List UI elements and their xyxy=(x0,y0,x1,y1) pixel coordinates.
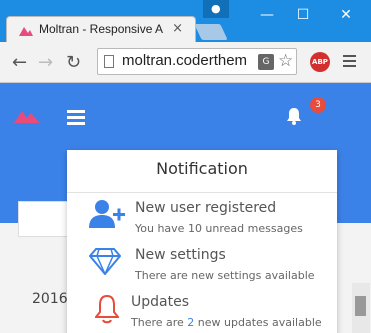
subtitle-suffix: new updates available xyxy=(194,316,322,329)
menu-toggle-icon[interactable] xyxy=(67,110,85,128)
diamond-icon xyxy=(89,248,121,275)
moltran-logo-icon[interactable] xyxy=(14,109,40,123)
user-profile-button[interactable]: ● xyxy=(203,0,229,18)
notification-badge: 3 xyxy=(310,97,326,113)
tab-title: Moltran - Responsive A xyxy=(39,22,164,36)
minimize-button[interactable]: — xyxy=(247,0,287,30)
url-text: moltran.coderthem xyxy=(122,52,248,69)
maximize-button[interactable]: ☐ xyxy=(283,0,323,30)
page-icon xyxy=(104,55,114,68)
reload-icon[interactable]: ↻ xyxy=(66,52,81,73)
forward-arrow-icon[interactable]: → xyxy=(38,52,53,73)
close-window-button[interactable]: ✕ xyxy=(326,0,366,30)
content-card xyxy=(18,201,72,237)
bell-outline-icon xyxy=(95,294,119,324)
notification-dropdown: Notification New user registered You hav… xyxy=(67,150,337,333)
back-arrow-icon[interactable]: ← xyxy=(12,52,27,73)
moltran-favicon-icon xyxy=(19,27,33,36)
notification-subtitle: There are 2 new updates available xyxy=(131,316,322,329)
page-content: 3 2016 ( Notification New user registere… xyxy=(0,83,371,333)
subtitle-prefix: There are xyxy=(131,316,188,329)
notification-item[interactable]: New user registered You have 10 unread m… xyxy=(67,200,337,248)
user-add-icon xyxy=(89,200,125,228)
divider xyxy=(67,192,337,193)
bell-icon[interactable] xyxy=(286,107,302,125)
browser-window: Moltran - Responsive A × ● — ☐ ✕ ← → ↻ m… xyxy=(0,0,371,333)
notification-title: New user registered xyxy=(135,200,277,216)
address-bar[interactable]: moltran.coderthem G ☆ xyxy=(97,48,297,75)
notification-subtitle: You have 10 unread messages xyxy=(135,222,303,235)
title-bar: Moltran - Responsive A × ● — ☐ ✕ xyxy=(0,0,371,42)
adblock-icon[interactable]: ABP xyxy=(310,52,330,72)
new-tab-button[interactable] xyxy=(194,24,228,40)
notification-title: New settings xyxy=(135,247,226,263)
notification-title: Updates xyxy=(131,294,189,310)
browser-tab[interactable]: Moltran - Responsive A × xyxy=(6,16,196,42)
translate-icon[interactable]: G xyxy=(258,54,274,70)
notification-item[interactable]: Updates There are 2 new updates availabl… xyxy=(67,294,337,333)
bookmark-star-icon[interactable]: ☆ xyxy=(278,51,293,71)
scrollbar-thumb[interactable] xyxy=(355,296,366,316)
person-icon: ● xyxy=(211,2,221,15)
browser-toolbar: ← → ↻ moltran.coderthem G ☆ ABP xyxy=(0,42,371,83)
tab-close-icon[interactable]: × xyxy=(172,21,183,36)
notification-item[interactable]: New settings There are new settings avai… xyxy=(67,247,337,295)
dropdown-title: Notification xyxy=(156,159,248,178)
chrome-menu-icon[interactable] xyxy=(343,55,356,70)
notification-subtitle: There are new settings available xyxy=(135,269,315,282)
